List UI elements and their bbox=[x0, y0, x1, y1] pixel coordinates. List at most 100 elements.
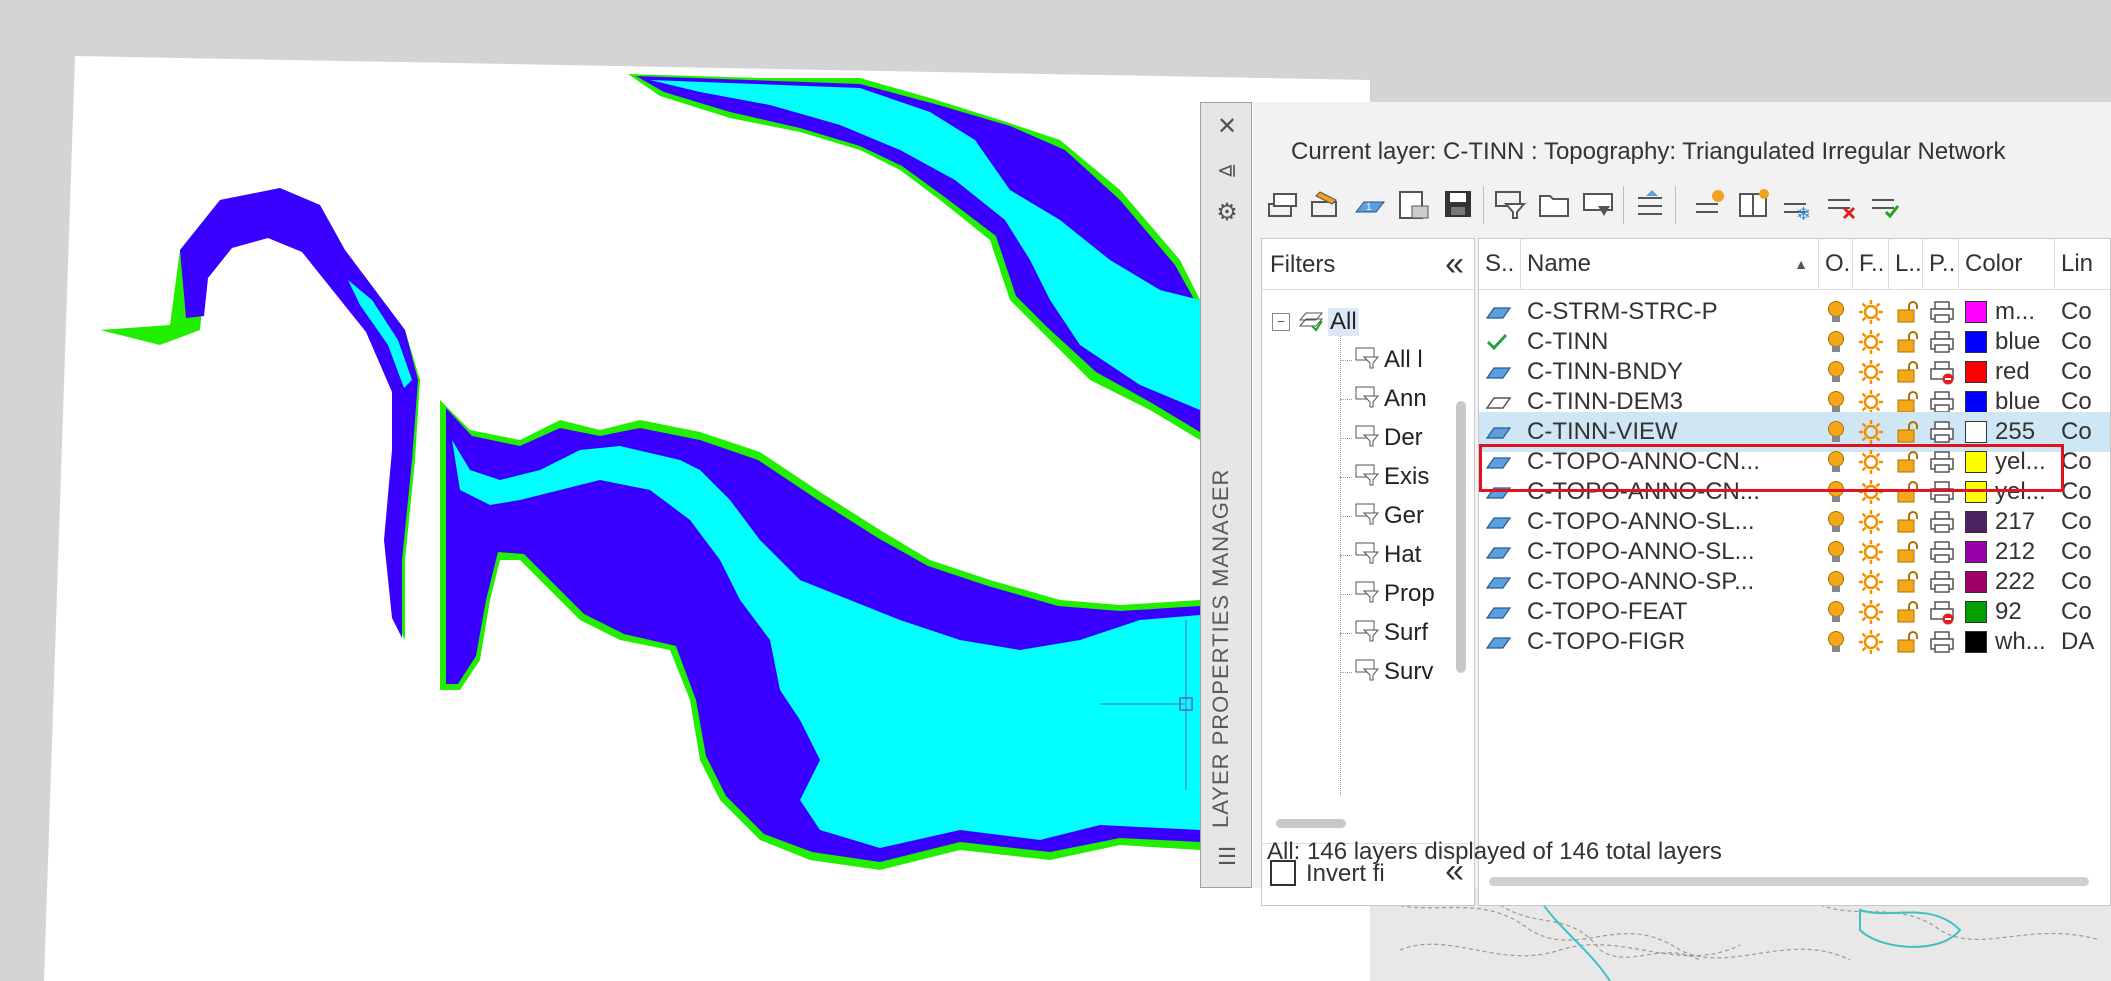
tree-connector bbox=[1340, 398, 1352, 400]
auto-hide-icon[interactable]: ⧏ bbox=[1213, 157, 1241, 185]
column-header-name-label: Name bbox=[1527, 250, 1592, 277]
thawed-sun-icon[interactable] bbox=[1858, 629, 1884, 657]
filter-node[interactable]: Ger bbox=[1340, 497, 1424, 535]
filter-icon bbox=[1354, 423, 1380, 454]
layer-list: S.. Name▲ O.. F.. L.. P.. Color Lin C-ST… bbox=[1478, 238, 2111, 906]
filter-icon bbox=[1354, 540, 1380, 571]
filter-node[interactable]: Surv bbox=[1340, 653, 1433, 691]
all-layers-icon bbox=[1298, 306, 1324, 339]
save-icon[interactable] bbox=[1437, 182, 1479, 226]
toolbar-separator bbox=[1483, 186, 1484, 224]
lightbulb-on-icon[interactable] bbox=[1825, 629, 1847, 657]
filter-label: Der bbox=[1384, 424, 1423, 451]
layer-isolate-icon[interactable] bbox=[1629, 182, 1671, 226]
layer-palette-icon[interactable]: ☰ bbox=[1213, 843, 1241, 871]
linetype-name[interactable]: DA bbox=[2061, 622, 2110, 662]
color-name[interactable]: wh... bbox=[1995, 622, 2053, 662]
layer-manager-icon[interactable] bbox=[1577, 182, 1619, 226]
filter-horizontal-scrollbar[interactable] bbox=[1276, 819, 1346, 828]
filter-icon bbox=[1354, 501, 1380, 532]
filter-label: Ann bbox=[1384, 385, 1427, 412]
column-header-name[interactable]: Name ▲ bbox=[1521, 239, 1819, 289]
filter-label: Surv bbox=[1384, 658, 1434, 685]
svg-text:❄: ❄ bbox=[1796, 204, 1811, 222]
layer-filter-icon[interactable] bbox=[1489, 182, 1531, 226]
tree-connector bbox=[1340, 632, 1352, 634]
delete-layer-icon[interactable] bbox=[1821, 182, 1863, 226]
layer-list-horizontal-scrollbar[interactable] bbox=[1489, 877, 2089, 886]
toolbar-separator bbox=[1623, 186, 1624, 224]
current-layer-label: Current layer: C-TINN : Topography: Tria… bbox=[1291, 138, 2006, 165]
filter-icon bbox=[1354, 657, 1380, 688]
color-swatch[interactable] bbox=[1965, 301, 1987, 323]
column-header-linetype[interactable]: Lin bbox=[2055, 239, 2110, 289]
column-header-on[interactable]: O.. bbox=[1819, 239, 1853, 289]
color-swatch[interactable] bbox=[1965, 511, 1987, 533]
filter-node[interactable]: Ann bbox=[1340, 380, 1427, 418]
color-swatch[interactable] bbox=[1965, 631, 1987, 653]
freeze-all-icon[interactable]: ❄ bbox=[1777, 182, 1819, 226]
color-swatch[interactable] bbox=[1965, 361, 1987, 383]
layer-row[interactable]: C-TOPO-FIGR wh... DA bbox=[1479, 622, 2110, 662]
set-current-icon[interactable] bbox=[1865, 182, 1907, 226]
layer-properties-manager: Current layer: C-TINN : Topography: Tria… bbox=[1253, 102, 2111, 906]
column-header-color[interactable]: Color bbox=[1959, 239, 2055, 289]
new-property-filter-icon[interactable] bbox=[1261, 182, 1303, 226]
filter-icon bbox=[1354, 618, 1380, 649]
layer-in-use-icon[interactable] bbox=[1485, 632, 1511, 656]
new-vp-frozen-icon[interactable] bbox=[1689, 182, 1731, 226]
filter-label: Hat bbox=[1384, 541, 1422, 568]
filter-label: Ger bbox=[1384, 502, 1425, 529]
color-swatch[interactable] bbox=[1965, 391, 1987, 413]
filter-vertical-scrollbar[interactable] bbox=[1456, 401, 1466, 673]
column-header-freeze[interactable]: F.. bbox=[1853, 239, 1889, 289]
filter-node[interactable]: All l bbox=[1340, 341, 1423, 379]
tree-connector bbox=[1340, 515, 1352, 517]
color-swatch[interactable] bbox=[1965, 571, 1987, 593]
filter-icon bbox=[1354, 462, 1380, 493]
collapse-node-icon[interactable]: − bbox=[1272, 313, 1290, 331]
filter-node[interactable]: Surf bbox=[1340, 614, 1428, 652]
column-header-plot[interactable]: P.. bbox=[1923, 239, 1959, 289]
filter-node[interactable]: Hat bbox=[1340, 536, 1421, 574]
layer-name[interactable]: C-TOPO-FIGR bbox=[1527, 622, 1817, 662]
folder-icon[interactable] bbox=[1533, 182, 1575, 226]
tree-connector bbox=[1340, 359, 1352, 361]
layer-list-header: S.. Name ▲ O.. F.. L.. P.. Color Lin bbox=[1479, 239, 2110, 290]
new-group-filter-icon[interactable] bbox=[1305, 182, 1347, 226]
column-header-status[interactable]: S.. bbox=[1479, 239, 1521, 289]
palette-vertical-title: LAYER PROPERTIES MANAGER bbox=[1206, 462, 1246, 828]
layer-states-icon[interactable]: 1 bbox=[1349, 182, 1391, 226]
tree-connector bbox=[1340, 593, 1352, 595]
toolbar: 1 ❄ bbox=[1261, 182, 2111, 230]
tree-connector bbox=[1340, 437, 1352, 439]
close-icon[interactable]: ✕ bbox=[1213, 113, 1241, 141]
new-layer-icon[interactable] bbox=[1393, 182, 1435, 226]
color-swatch[interactable] bbox=[1965, 421, 1987, 443]
gear-icon[interactable]: ⚙ bbox=[1213, 199, 1241, 227]
collapse-filters-button[interactable]: « bbox=[1445, 245, 1464, 284]
filter-icon bbox=[1354, 579, 1380, 610]
filters-title: Filters bbox=[1270, 251, 1336, 278]
filter-label: All bbox=[1328, 308, 1359, 336]
filter-label: Surf bbox=[1384, 619, 1429, 646]
color-swatch[interactable] bbox=[1965, 541, 1987, 563]
color-swatch[interactable] bbox=[1965, 601, 1987, 623]
filter-label: Prop bbox=[1384, 580, 1435, 607]
filter-node-all[interactable]: − All bbox=[1272, 303, 1359, 341]
column-header-lock[interactable]: L.. bbox=[1889, 239, 1923, 289]
filter-node[interactable]: Exis bbox=[1340, 458, 1429, 496]
plot-printer-icon[interactable] bbox=[1929, 629, 1955, 657]
filter-icon bbox=[1354, 345, 1380, 376]
unlocked-icon[interactable] bbox=[1895, 629, 1919, 657]
palette-title-text: LAYER PROPERTIES MANAGER bbox=[1208, 468, 1233, 828]
tree-connector bbox=[1340, 476, 1352, 478]
selection-highlight-box bbox=[1479, 444, 2064, 492]
filter-node[interactable]: Prop bbox=[1340, 575, 1435, 613]
layer-states-book-icon[interactable] bbox=[1733, 182, 1775, 226]
color-swatch[interactable] bbox=[1965, 331, 1987, 353]
svg-text:1: 1 bbox=[1366, 202, 1372, 213]
filter-node[interactable]: Der bbox=[1340, 419, 1423, 457]
filter-label: All l bbox=[1384, 346, 1423, 373]
tree-connector bbox=[1340, 554, 1352, 556]
